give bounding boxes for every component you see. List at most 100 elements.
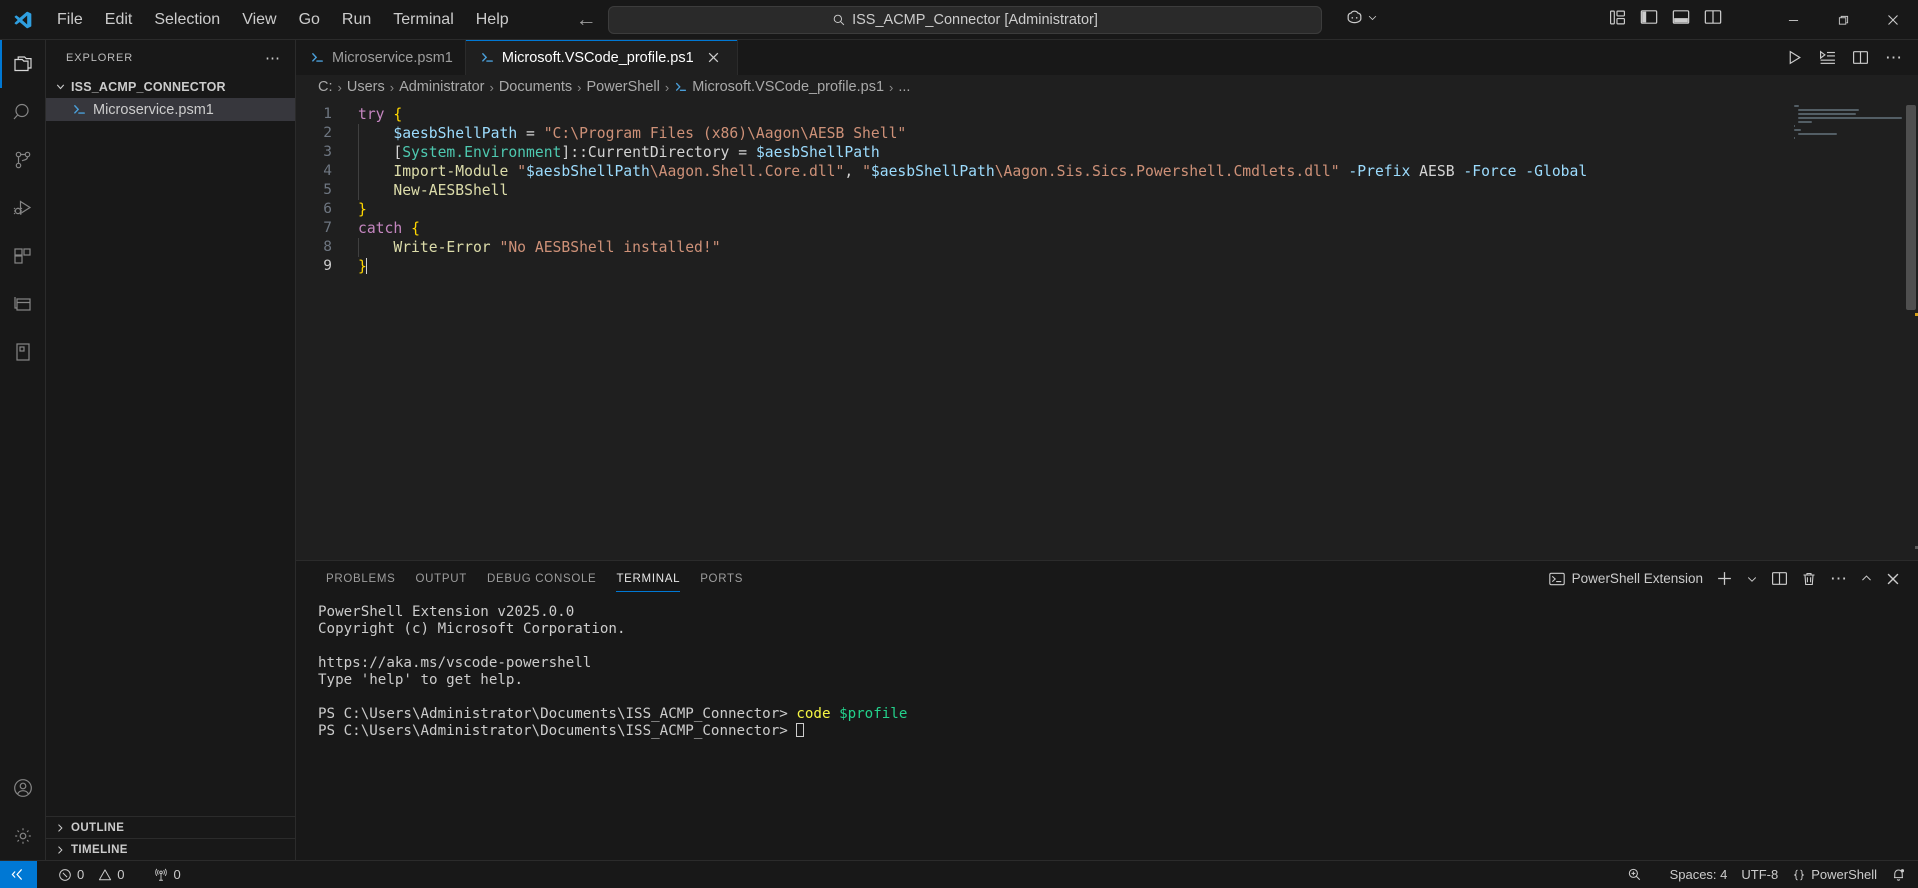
chevron-down-icon[interactable]	[1746, 573, 1758, 585]
breadcrumb-item-0[interactable]: C:	[318, 79, 333, 95]
tree-folder-label: ISS_ACMP_CONNECTOR	[71, 80, 226, 94]
code-line[interactable]: try {	[358, 105, 1918, 124]
activity-item-source-control[interactable]	[0, 136, 46, 184]
sidebar-section-outline[interactable]: OUTLINE	[46, 816, 295, 838]
customize-layout-icon[interactable]	[1609, 9, 1626, 26]
toggle-panel-icon[interactable]	[1672, 8, 1690, 26]
breadcrumb-item-6[interactable]: ...	[898, 79, 910, 95]
tabs-spacer	[738, 40, 1770, 75]
breadcrumb-item-3[interactable]: Documents	[499, 79, 572, 95]
activity-item-extensions[interactable]	[0, 232, 46, 280]
copilot-button[interactable]	[1345, 8, 1378, 27]
menu-view[interactable]: View	[231, 7, 287, 33]
activity-item-remote-explorer[interactable]	[0, 280, 46, 328]
activity-item-test-explorer[interactable]	[0, 328, 46, 376]
status-encoding[interactable]: UTF-8	[1734, 861, 1785, 888]
activity-item-explorer[interactable]	[0, 40, 46, 88]
code-token: catch	[358, 220, 402, 237]
breadcrumb-item-2[interactable]: Administrator	[399, 79, 484, 95]
panel-tab-debug-console[interactable]: DEBUG CONSOLE	[477, 561, 606, 596]
code-line[interactable]: $aesbShellPath = "C:\Program Files (x86)…	[358, 124, 1918, 143]
activity-item-accounts[interactable]	[0, 764, 46, 812]
sidebar-section-timeline[interactable]: TIMELINE	[46, 838, 295, 860]
breadcrumb-item-4[interactable]: PowerShell	[587, 79, 660, 95]
code-line[interactable]: Write-Error "No AESBShell installed!"	[358, 238, 1918, 257]
sidebar-section-timeline-label: TIMELINE	[71, 844, 128, 856]
maximize-button[interactable]	[1818, 0, 1868, 40]
code-editor[interactable]: 123456789 try { $aesbShellPath = "C:\Pro…	[296, 99, 1918, 560]
status-warnings[interactable]: 0	[91, 861, 131, 888]
menu-selection[interactable]: Selection	[143, 7, 231, 33]
split-editor-icon[interactable]	[1852, 49, 1869, 66]
terminal-text: Type 'help' to get help.	[318, 672, 523, 688]
menu-file[interactable]: File	[46, 7, 94, 33]
panel-tab-output[interactable]: OUTPUT	[406, 561, 477, 596]
activity-item-search[interactable]	[0, 88, 46, 136]
terminal-shell-selector[interactable]: PowerShell Extension	[1549, 571, 1703, 587]
code-line[interactable]: [System.Environment]::CurrentDirectory =…	[358, 143, 1918, 162]
source-control-icon	[11, 148, 35, 172]
arrow-left-icon[interactable]: ←	[576, 9, 597, 30]
ellipsis-icon[interactable]: ⋯	[1830, 574, 1847, 583]
breadcrumb-item-5[interactable]: Microsoft.VSCode_profile.ps1	[692, 79, 884, 95]
code-line[interactable]: }	[358, 257, 1918, 276]
run-terminal-icon[interactable]	[1819, 49, 1836, 66]
code-line[interactable]: Import-Module "$aesbShellPath\Aagon.Shel…	[358, 162, 1918, 181]
activity-item-settings[interactable]	[0, 812, 46, 860]
toggle-primary-sidebar-icon[interactable]	[1640, 8, 1658, 26]
panel-tab-problems[interactable]: PROBLEMS	[316, 561, 406, 596]
menu-edit[interactable]: Edit	[94, 7, 144, 33]
tab-microservice-psm1[interactable]: Microservice.psm1	[296, 40, 466, 75]
code-token	[358, 144, 393, 161]
breadcrumb-item-1[interactable]: Users	[347, 79, 385, 95]
trash-icon[interactable]	[1801, 571, 1817, 587]
code-line[interactable]: }	[358, 200, 1918, 219]
line-number-gutter: 123456789	[296, 99, 358, 560]
activity-item-run-and-debug[interactable]	[0, 184, 46, 232]
ellipsis-icon[interactable]: ⋯	[1885, 53, 1902, 63]
status-language-mode[interactable]: PowerShell	[1785, 861, 1884, 888]
menu-help[interactable]: Help	[465, 7, 520, 33]
split-icon[interactable]	[1771, 570, 1788, 587]
panel-tab-terminal[interactable]: TERMINAL	[606, 561, 690, 596]
status-notifications[interactable]	[1884, 861, 1918, 888]
quick-input-search[interactable]: ISS_ACMP_Connector [Administrator]	[608, 6, 1322, 34]
editor-scrollbar[interactable]	[1904, 99, 1918, 560]
status-errors[interactable]: 0	[51, 861, 91, 888]
status-indentation[interactable]: Spaces: 4	[1663, 861, 1735, 888]
code-line[interactable]: New-AESBShell	[358, 181, 1918, 200]
terminal-text	[831, 706, 840, 722]
status-ports[interactable]: 0	[147, 861, 187, 888]
menu-terminal[interactable]: Terminal	[382, 7, 464, 33]
copilot-icon	[1345, 8, 1364, 27]
tab-microsoft-vscode-profile-ps1[interactable]: Microsoft.VSCode_profile.ps1	[466, 40, 738, 75]
vscode-window: File Edit Selection View Go Run Terminal…	[0, 0, 1918, 888]
remote-indicator[interactable]	[0, 861, 37, 888]
close-icon[interactable]	[707, 51, 725, 64]
run-debug-icon	[11, 196, 35, 220]
panel-tab-ports[interactable]: PORTS	[690, 561, 753, 596]
terminal-line: PS C:\Users\Administrator\Documents\ISS_…	[318, 723, 1918, 740]
toggle-secondary-sidebar-icon[interactable]	[1704, 8, 1722, 26]
chevron-right-icon: ›	[389, 80, 395, 95]
close-icon[interactable]	[1886, 572, 1900, 586]
ellipsis-icon[interactable]: ⋯	[259, 49, 287, 67]
plus-icon[interactable]	[1716, 570, 1733, 587]
chevron-up-icon[interactable]	[1860, 572, 1873, 585]
scrollbar-thumb[interactable]	[1906, 105, 1916, 310]
code-line[interactable]: catch {	[358, 219, 1918, 238]
chevron-right-icon: ›	[488, 80, 494, 95]
line-number: 2	[296, 124, 358, 143]
tree-file-microservice[interactable]: Microservice.psm1	[46, 98, 295, 121]
menu-run[interactable]: Run	[331, 7, 382, 33]
minimize-button[interactable]	[1768, 0, 1818, 40]
status-zoom[interactable]	[1620, 861, 1649, 888]
close-button[interactable]	[1868, 0, 1918, 40]
play-icon[interactable]	[1786, 49, 1803, 66]
menu-go[interactable]: Go	[288, 7, 331, 33]
tree-folder-root[interactable]: ISS_ACMP_CONNECTOR	[46, 75, 295, 98]
code-content[interactable]: try { $aesbShellPath = "C:\Program Files…	[358, 99, 1918, 560]
terminal-line: Copyright (c) Microsoft Corporation.	[318, 621, 1918, 638]
terminal-output[interactable]: PowerShell Extension v2025.0.0Copyright …	[296, 596, 1918, 860]
sidebar-section-outline-label: OUTLINE	[71, 822, 124, 834]
